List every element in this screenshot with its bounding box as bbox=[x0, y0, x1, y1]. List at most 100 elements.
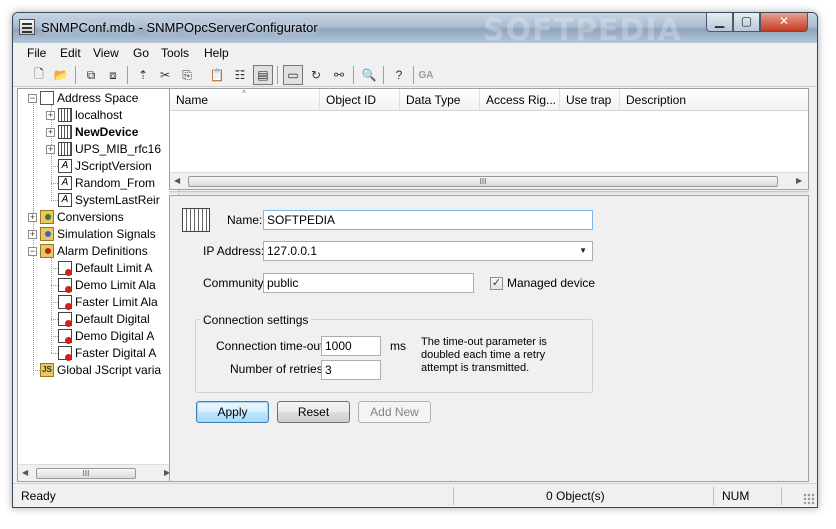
tree-item-label: SystemLastReir bbox=[75, 193, 160, 207]
managed-device-label: Managed device bbox=[507, 276, 596, 290]
paste-icon[interactable]: 📋 bbox=[207, 65, 227, 85]
timeout-field[interactable]: 1000 bbox=[321, 336, 381, 356]
connection-settings-title: Connection settings bbox=[200, 313, 312, 327]
toolbar-separator bbox=[413, 66, 414, 84]
expand-icon[interactable]: + bbox=[46, 145, 55, 154]
add-new-button[interactable]: Add New bbox=[358, 401, 431, 423]
scroll-thumb[interactable]: III bbox=[188, 176, 778, 187]
resize-grip[interactable] bbox=[803, 493, 815, 505]
tree-item-label: JScriptVersion bbox=[75, 159, 152, 173]
alarm-icon bbox=[58, 278, 72, 293]
search-icon[interactable]: 🔍 bbox=[359, 65, 379, 85]
menu-view[interactable]: View bbox=[93, 46, 119, 60]
script-icon: A bbox=[58, 176, 72, 190]
tree-horizontal-scrollbar[interactable]: ◀ III ▶ bbox=[18, 464, 178, 481]
tree-item-label: localhost bbox=[75, 108, 123, 122]
timeout-note-line: doubled each time a retry bbox=[421, 349, 546, 361]
column-header-data-type[interactable]: Data Type bbox=[400, 89, 480, 111]
tree-item-label: Default Digital bbox=[75, 312, 150, 326]
maximize-icon: ▢ bbox=[740, 14, 753, 28]
tree-line bbox=[51, 285, 58, 286]
scroll-right-icon[interactable]: ▶ bbox=[796, 176, 802, 185]
address-space-icon bbox=[40, 91, 54, 105]
add-group-icon[interactable]: ⧈ bbox=[103, 65, 123, 85]
global-alarms-icon[interactable]: GA bbox=[416, 65, 436, 85]
list-horizontal-scrollbar[interactable]: ◀ III ▶ bbox=[170, 172, 808, 189]
list-view-icon[interactable]: ☷ bbox=[230, 65, 250, 85]
reset-button[interactable]: Reset bbox=[277, 401, 350, 423]
device-icon bbox=[58, 125, 72, 139]
tree-item-label: Default Limit A bbox=[75, 261, 153, 275]
num-lock-indicator: NUM bbox=[722, 489, 750, 503]
column-header-object-id[interactable]: Object ID bbox=[320, 89, 400, 111]
menu-file[interactable]: File bbox=[27, 46, 46, 60]
column-header-description[interactable]: Description bbox=[620, 89, 808, 111]
retries-field[interactable]: 3 bbox=[321, 360, 381, 380]
tree-item-label: Faster Limit Ala bbox=[75, 295, 158, 309]
app-icon[interactable] bbox=[19, 19, 35, 35]
menu-go[interactable]: Go bbox=[133, 46, 149, 60]
refresh-icon[interactable]: ↻ bbox=[306, 65, 326, 85]
object-count: 0 Object(s) bbox=[546, 489, 605, 503]
jscript-icon: JS bbox=[40, 363, 54, 377]
tree-item-label: Demo Digital A bbox=[75, 329, 155, 343]
object-list[interactable]: ^ Name Object ID Data Type Access Rig...… bbox=[169, 88, 809, 190]
ip-address-value: 127.0.0.1 bbox=[267, 244, 318, 258]
status-separator bbox=[453, 487, 454, 505]
toolbar: 🗋 📂 ⧉ ⧈ ⇡ ✂ ⎘ 📋 ☷ ▤ ▭ ↻ ⚯ 🔍 ? GA bbox=[13, 63, 817, 87]
minimize-button[interactable]: ▁ bbox=[706, 13, 733, 32]
column-header-access-rights[interactable]: Access Rig... bbox=[480, 89, 560, 111]
properties-panel-icon[interactable]: ▭ bbox=[283, 65, 303, 85]
collapse-icon[interactable]: − bbox=[28, 247, 37, 256]
device-icon bbox=[182, 208, 210, 232]
toolbar-separator bbox=[127, 66, 128, 84]
pane-splitter[interactable] bbox=[169, 191, 809, 194]
tree-line bbox=[51, 353, 58, 354]
expand-icon[interactable]: + bbox=[28, 230, 37, 239]
expand-icon[interactable]: + bbox=[46, 111, 55, 120]
tree-item-label: Alarm Definitions bbox=[57, 244, 148, 258]
help-icon[interactable]: ? bbox=[389, 65, 409, 85]
copy-icon[interactable]: ⎘ bbox=[177, 65, 197, 85]
managed-device-checkbox[interactable]: ✓ bbox=[490, 277, 503, 290]
menu-help[interactable]: Help bbox=[204, 46, 229, 60]
column-header-label: Name bbox=[176, 93, 209, 107]
name-label: Name: bbox=[227, 213, 263, 227]
cut-icon[interactable]: ✂ bbox=[155, 65, 175, 85]
add-device-icon[interactable]: ⧉ bbox=[81, 65, 101, 85]
expand-icon[interactable]: + bbox=[46, 128, 55, 137]
scroll-thumb[interactable]: III bbox=[36, 468, 136, 479]
menu-tools[interactable]: Tools bbox=[161, 46, 189, 60]
tree-item-label: Faster Digital A bbox=[75, 346, 157, 360]
toolbar-separator bbox=[75, 66, 76, 84]
maximize-button[interactable]: ▢ bbox=[733, 13, 760, 32]
name-field[interactable]: SOFTPEDIA bbox=[263, 210, 593, 230]
column-header-use-trap[interactable]: Use trap bbox=[560, 89, 620, 111]
ip-address-select[interactable]: 127.0.0.1 ▼ bbox=[263, 241, 593, 261]
details-view-icon[interactable]: ▤ bbox=[253, 65, 273, 85]
monitor-glasses-icon[interactable]: ⚯ bbox=[329, 65, 349, 85]
device-icon bbox=[58, 142, 72, 156]
column-header-name[interactable]: ^ Name bbox=[170, 89, 320, 111]
title-bar[interactable]: SNMPConf.mdb - SNMPOpcServerConfigurator… bbox=[13, 13, 817, 48]
scroll-left-icon[interactable]: ◀ bbox=[174, 176, 180, 185]
toolbar-separator bbox=[277, 66, 278, 84]
simulation-folder-icon bbox=[40, 227, 54, 241]
ip-address-label: IP Address: bbox=[203, 244, 265, 258]
scroll-left-icon[interactable]: ◀ bbox=[22, 468, 28, 477]
expand-icon[interactable]: + bbox=[28, 213, 37, 222]
menu-edit[interactable]: Edit bbox=[60, 46, 81, 60]
status-separator bbox=[713, 487, 714, 505]
new-file-icon[interactable]: 🗋 bbox=[29, 65, 49, 85]
open-folder-icon[interactable]: 📂 bbox=[51, 65, 71, 85]
apply-button[interactable]: Apply bbox=[196, 401, 269, 423]
close-button[interactable]: ✕ bbox=[760, 13, 808, 32]
address-space-tree[interactable]: − Address Space + localhost + NewDevice … bbox=[17, 88, 179, 482]
folder-up-icon[interactable]: ⇡ bbox=[133, 65, 153, 85]
tree-line bbox=[51, 302, 58, 303]
tree-item-label: Conversions bbox=[57, 210, 124, 224]
chevron-down-icon[interactable]: ▼ bbox=[579, 242, 587, 260]
collapse-icon[interactable]: − bbox=[28, 94, 37, 103]
community-field[interactable]: public bbox=[263, 273, 474, 293]
status-text: Ready bbox=[21, 489, 56, 503]
